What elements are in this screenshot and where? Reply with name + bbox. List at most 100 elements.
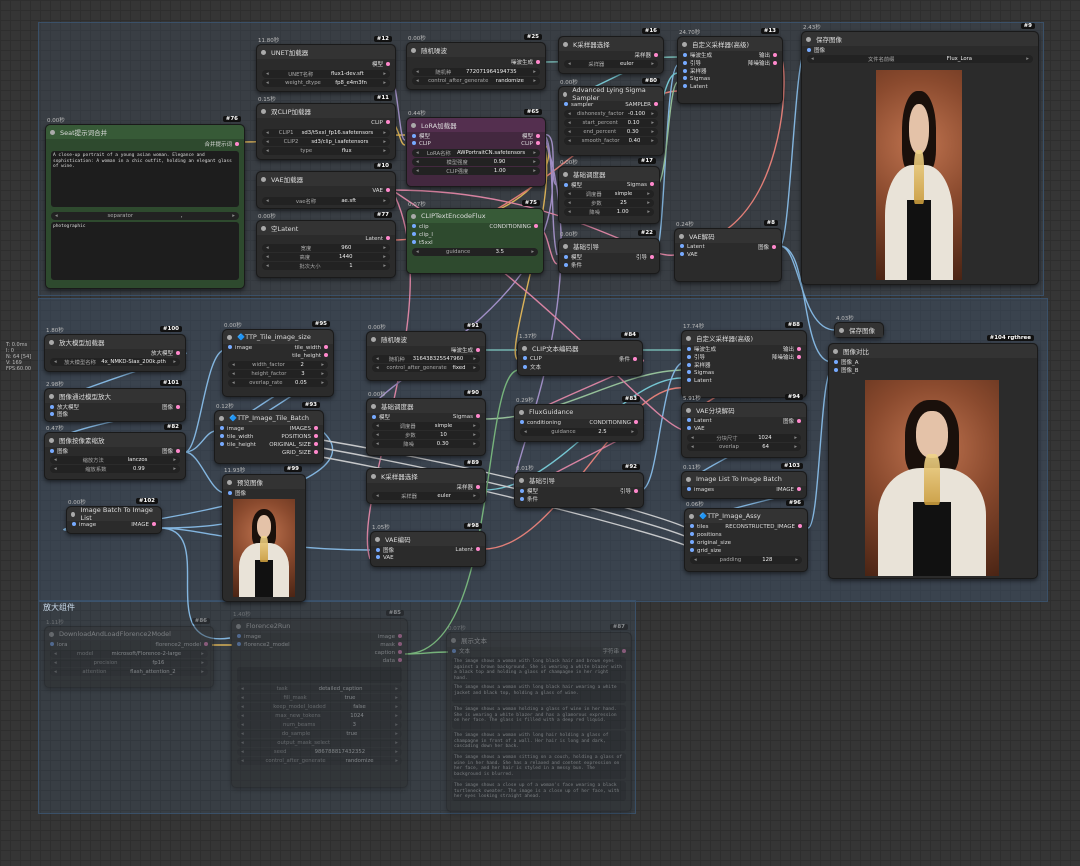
input-slot[interactable]: 条件 <box>564 261 582 269</box>
input-slot[interactable]: 模型 <box>520 487 538 495</box>
collapse-dot-icon[interactable] <box>686 335 691 341</box>
output-slot[interactable]: 放大模型 <box>151 349 180 357</box>
input-slot[interactable]: florence2_model <box>237 642 290 648</box>
node-unet-loader[interactable]: 11.80秒 #12 UNET加载器 模型 UNET名称 flux1-dev.sf… <box>256 36 396 92</box>
input-slot[interactable]: 模型 <box>372 413 390 421</box>
number-widget[interactable]: CLIP强度 1.00 <box>412 167 540 175</box>
output-slot[interactable]: RECONSTRUCTED_IMAGE <box>725 524 802 530</box>
collapse-dot-icon[interactable] <box>71 511 76 517</box>
collapse-dot-icon[interactable] <box>261 49 266 55</box>
output-slot[interactable]: CLIP <box>371 120 390 126</box>
collapse-dot-icon[interactable] <box>371 473 376 479</box>
combo-widget[interactable]: CLIP1 sd3/t5xxl_fp16.safetensors <box>262 129 390 137</box>
input-slot[interactable]: 文本 <box>523 363 541 371</box>
node-dual-clip-loader[interactable]: 0.15秒 #11 双CLIP加载器 CLIP CLIP1 sd3/t5xxl_f… <box>256 95 396 160</box>
number-widget[interactable]: guidance 2.5 <box>520 428 638 436</box>
node-lying-sigma-sampler[interactable]: 0.00秒 #80 Advanced Lying Sigma Sampler s… <box>558 78 664 156</box>
input-slot[interactable]: image <box>72 522 96 528</box>
collapse-dot-icon[interactable] <box>375 536 380 542</box>
node-custom-sampler-advanced[interactable]: 24.70秒 #13 自定义采样器(高级) 噪波生成 输出 引导 降噪输出 采样器 … <box>677 28 783 104</box>
node-prompt-merge[interactable]: 0.00秒 #76 Seat提示词合并 合并提示词 A close-up por… <box>45 116 245 289</box>
collapse-dot-icon[interactable] <box>833 348 838 354</box>
output-slot[interactable]: image <box>378 634 402 640</box>
number-widget[interactable]: num_beams 3 <box>237 721 402 729</box>
input-slot[interactable]: 图像_A <box>834 358 859 366</box>
node-ttp-image-tile-batch[interactable]: 0.12秒 #93 🔷TTP_Image_Tile_Batch image IMA… <box>214 402 324 464</box>
input-slot[interactable]: t5xxl <box>412 240 433 246</box>
number-widget[interactable]: width_factor 2 <box>228 361 328 369</box>
node-show-text[interactable]: 0.07秒 #87 展示文本 文本 字符串 The image shows a w… <box>446 624 632 812</box>
input-slot[interactable]: 采样器 <box>687 361 711 369</box>
node-vae-encode[interactable]: 1.05秒 #98 VAE编码 图像 Latent VAE <box>370 523 486 567</box>
input-slot[interactable]: CLIP <box>412 141 431 147</box>
collapse-dot-icon[interactable] <box>679 233 684 239</box>
node-image-scale-by[interactable]: 0.47秒 #82 图像按像素缩放 图像 图像 缩放方法 lanczos 缩放系数 0… <box>44 424 186 480</box>
combo-widget[interactable]: precision fp16 <box>50 659 208 667</box>
toggle-widget[interactable]: do_sample true <box>237 730 402 738</box>
output-slot[interactable]: caption <box>375 650 402 656</box>
output-slot[interactable]: SAMPLER <box>625 102 658 108</box>
collapse-dot-icon[interactable] <box>839 327 844 333</box>
collapse-dot-icon[interactable] <box>686 407 691 413</box>
number-widget[interactable]: start_percent 0.10 <box>564 119 658 127</box>
input-slot[interactable]: lora <box>50 642 68 648</box>
text-input-area[interactable] <box>237 667 402 683</box>
output-slot[interactable]: 合并提示词 <box>204 140 239 148</box>
caption-text[interactable]: The image shows a woman with long black … <box>452 683 626 703</box>
input-slot[interactable]: 噪波生成 <box>683 51 712 59</box>
input-slot[interactable]: Latent <box>687 378 712 384</box>
number-widget[interactable]: 分块尺寸 1024 <box>687 434 801 442</box>
input-slot[interactable]: tile_width <box>220 434 254 440</box>
collapse-dot-icon[interactable] <box>219 415 224 421</box>
input-slot[interactable]: 引导 <box>687 353 705 361</box>
output-slot[interactable]: 采样器 <box>634 51 658 59</box>
input-slot[interactable]: positions <box>690 532 722 538</box>
output-slot[interactable]: 模型 <box>372 60 390 68</box>
node-random-noise[interactable]: 0.00秒 #25 随机噪波 噪波生成 随机种 772071964194735 c… <box>406 34 546 90</box>
node-basic-scheduler-2[interactable]: 0.00秒 #90 基础调度器 模型Sigmas 调度器simple 步数10 … <box>366 390 486 456</box>
input-slot[interactable]: Latent <box>680 244 705 250</box>
input-slot[interactable]: 引导 <box>683 59 701 67</box>
node-upscale-with-model[interactable]: 2.98秒 #101 图像通过模型放大 放大模型 图像 图像 <box>44 380 186 422</box>
output-slot[interactable]: CONDITIONING <box>489 224 538 230</box>
input-slot[interactable]: VAE <box>687 426 705 432</box>
text-widget[interactable]: output_mask_select <box>237 739 402 747</box>
node-basic-guider[interactable]: 0.00秒 #22 基础引导 模型 引导 条件 <box>558 230 660 274</box>
combo-widget[interactable]: control_after_generate randomize <box>412 77 540 85</box>
collapse-dot-icon[interactable] <box>563 91 568 97</box>
input-slot[interactable]: CLIP <box>523 356 542 362</box>
output-slot[interactable]: IMAGE <box>776 487 801 493</box>
combo-widget[interactable]: 调度器 simple <box>372 422 480 430</box>
caption-text[interactable]: The image shows a woman holding a glass … <box>452 705 626 729</box>
collapse-dot-icon[interactable] <box>451 637 456 643</box>
input-slot[interactable]: images <box>687 487 714 493</box>
input-slot[interactable]: image <box>237 634 261 640</box>
node-clip-text-encode-flux[interactable]: 0.07秒 #75 CLIPTextEncodeFlux clip CONDITI… <box>406 200 544 274</box>
collapse-dot-icon[interactable] <box>519 409 524 415</box>
node-vae-loader[interactable]: #10 VAE加载器 VAE vae名称 ae.sft <box>256 163 396 209</box>
output-slot[interactable]: 图像 <box>758 243 776 251</box>
combo-widget[interactable]: attention flash_attention_2 <box>50 668 208 676</box>
output-slot[interactable]: 降噪输出 <box>748 59 777 67</box>
combo-widget[interactable]: task detailed_caption <box>237 685 402 693</box>
collapse-dot-icon[interactable] <box>411 213 416 219</box>
number-widget[interactable]: 随机种 772071964194735 <box>412 68 540 76</box>
number-widget[interactable]: overlap 64 <box>687 443 801 451</box>
collapse-dot-icon[interactable] <box>563 243 568 249</box>
node-vae-tiled-decode[interactable]: 5.91秒 #94 VAE分块解码 Latent图像 VAE 分块尺寸1024 … <box>681 394 807 458</box>
node-florence2-run[interactable]: 1.40秒 #85 Florence2Run image image floren… <box>231 610 408 788</box>
number-widget[interactable]: smooth_factor 0.40 <box>564 137 658 145</box>
combo-widget[interactable]: type flux <box>262 147 390 155</box>
combo-widget[interactable]: control_after_generate randomize <box>237 757 402 765</box>
text-widget[interactable]: 文件名前缀 Flux_Lora <box>807 55 1033 63</box>
input-slot[interactable]: original_size <box>690 540 731 546</box>
separator-field[interactable]: separator, <box>51 212 239 220</box>
input-slot[interactable]: grid_size <box>690 548 721 554</box>
output-slot[interactable]: 采样器 <box>456 483 480 491</box>
input-slot[interactable]: clip_l <box>412 232 433 238</box>
output-slot[interactable]: 输出 <box>759 51 777 59</box>
input-slot[interactable]: 模型 <box>564 253 582 261</box>
combo-widget[interactable]: LoRA名称 AWPortraitCN.safetensors <box>412 149 540 157</box>
collapse-dot-icon[interactable] <box>563 171 568 177</box>
node-clip-text-encode[interactable]: 1.37秒 #84 CLIP文本编码器 CLIP 条件 文本 <box>517 332 643 376</box>
